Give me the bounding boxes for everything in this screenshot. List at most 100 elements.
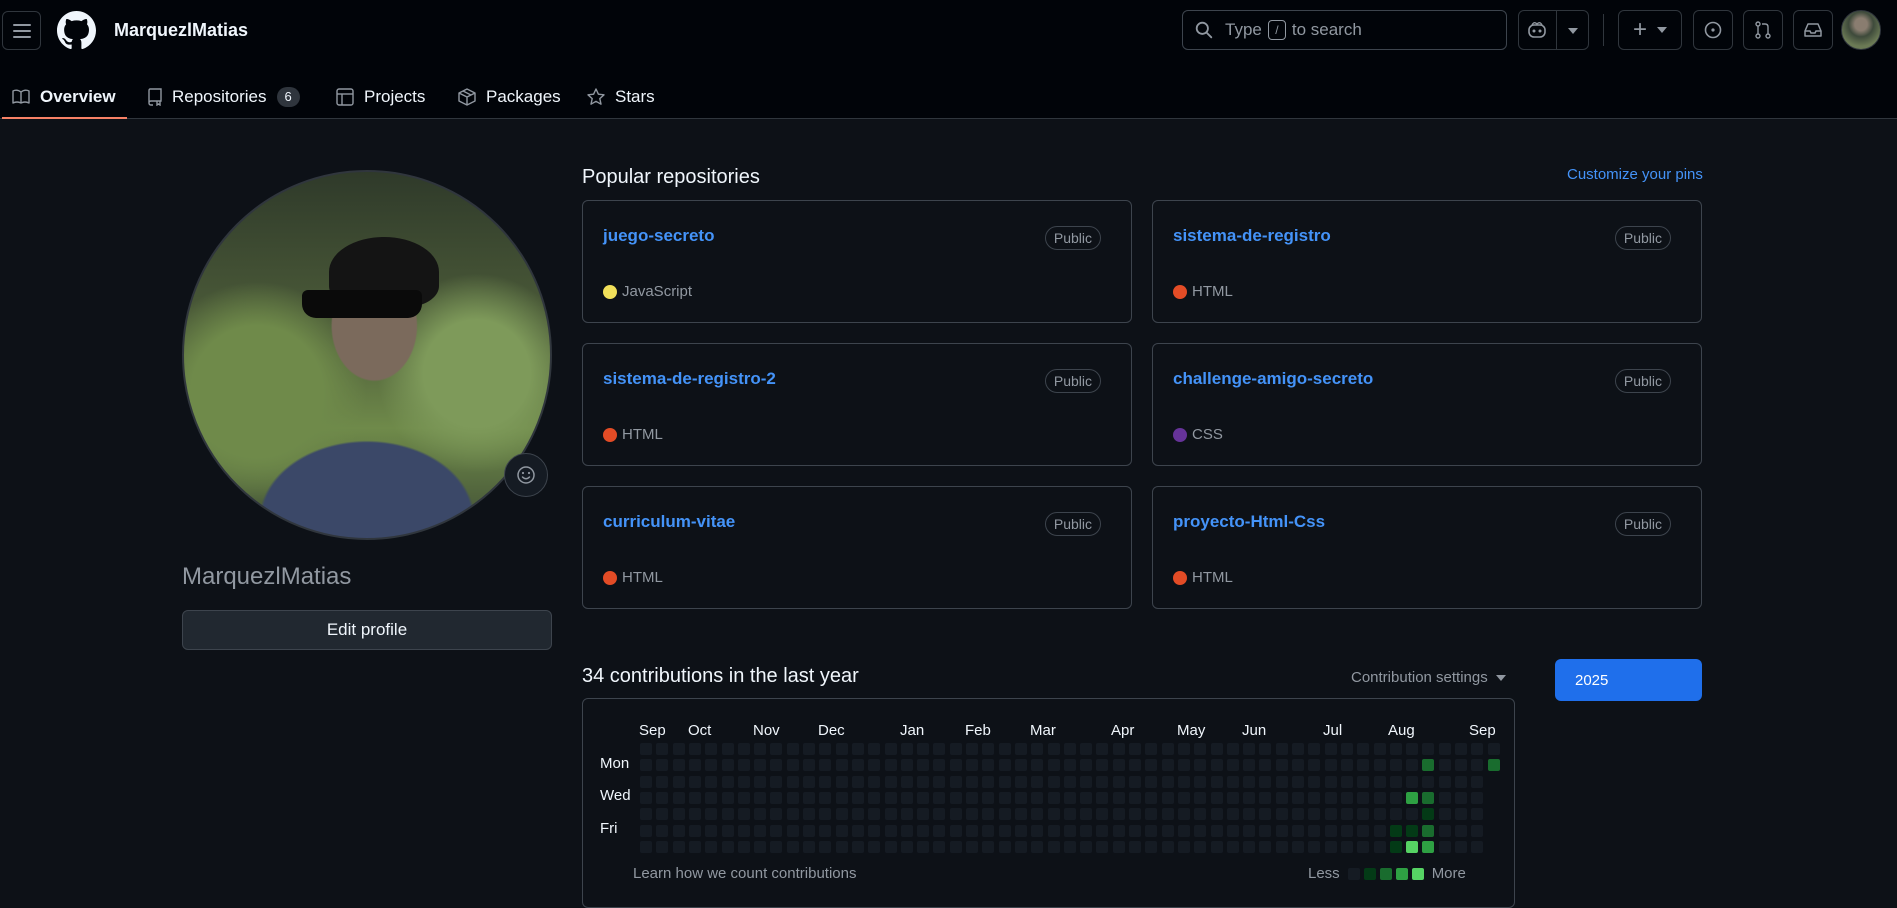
contribution-cell[interactable] bbox=[966, 808, 978, 821]
contribution-cell[interactable] bbox=[1243, 775, 1256, 788]
contribution-cell[interactable] bbox=[1340, 775, 1353, 788]
contribution-cell[interactable] bbox=[1063, 775, 1076, 788]
contribution-cell[interactable] bbox=[1471, 759, 1484, 772]
contribution-cell[interactable] bbox=[1389, 743, 1402, 755]
contribution-cell[interactable] bbox=[688, 824, 701, 837]
contribution-cell[interactable] bbox=[672, 840, 685, 853]
year-2025-button[interactable]: 2025 bbox=[1555, 659, 1702, 701]
contribution-cell[interactable] bbox=[1275, 824, 1288, 837]
contribution-cell[interactable] bbox=[1210, 759, 1223, 772]
github-logo-icon[interactable] bbox=[57, 11, 96, 50]
contribution-cell[interactable] bbox=[1292, 759, 1304, 772]
contribution-cell[interactable] bbox=[1129, 759, 1141, 772]
contribution-cell[interactable] bbox=[640, 791, 652, 804]
contribution-cell[interactable] bbox=[688, 759, 701, 772]
menu-button[interactable] bbox=[2, 11, 41, 50]
contribution-cell[interactable] bbox=[688, 791, 701, 804]
contribution-cell[interactable] bbox=[900, 808, 913, 821]
contribution-cell[interactable] bbox=[851, 791, 864, 804]
contribution-cell[interactable] bbox=[868, 759, 881, 772]
contribution-cell[interactable] bbox=[1145, 824, 1158, 837]
contribution-cell[interactable] bbox=[737, 824, 750, 837]
contribution-cell[interactable] bbox=[1275, 759, 1288, 772]
customize-pins-link[interactable]: Customize your pins bbox=[1567, 166, 1703, 183]
profile-avatar[interactable] bbox=[182, 170, 552, 540]
inbox-button[interactable] bbox=[1793, 10, 1833, 50]
contribution-cell[interactable] bbox=[1357, 808, 1370, 821]
contribution-cell[interactable] bbox=[1194, 808, 1207, 821]
contribution-cell[interactable] bbox=[1161, 791, 1174, 804]
contribution-cell[interactable] bbox=[835, 791, 848, 804]
contribution-cell[interactable] bbox=[1210, 791, 1223, 804]
contribution-cell[interactable] bbox=[1389, 775, 1402, 788]
contribution-cell[interactable] bbox=[640, 808, 652, 821]
contribution-cell[interactable] bbox=[933, 743, 946, 755]
contribution-cell[interactable] bbox=[1014, 840, 1027, 853]
contribution-cell[interactable] bbox=[1357, 743, 1370, 755]
contribution-cell[interactable] bbox=[786, 840, 799, 853]
contribution-cell[interactable] bbox=[1340, 840, 1353, 853]
contribution-cell[interactable] bbox=[754, 759, 767, 772]
contribution-cell[interactable] bbox=[868, 824, 881, 837]
contribution-cell[interactable] bbox=[1112, 759, 1125, 772]
contribution-cell[interactable] bbox=[1357, 775, 1370, 788]
contribution-cell[interactable] bbox=[1210, 775, 1223, 788]
contribution-cell[interactable] bbox=[917, 808, 930, 821]
contribution-cell[interactable] bbox=[1031, 791, 1044, 804]
contribution-cell[interactable] bbox=[705, 791, 718, 804]
contribution-cell[interactable] bbox=[1129, 840, 1141, 853]
contribution-cell[interactable] bbox=[705, 759, 718, 772]
contribution-cell[interactable] bbox=[966, 791, 978, 804]
contribution-cell[interactable] bbox=[721, 808, 734, 821]
contribution-cell[interactable] bbox=[737, 743, 750, 755]
contribution-cell[interactable] bbox=[1226, 775, 1239, 788]
contribution-cell[interactable] bbox=[1063, 808, 1076, 821]
contribution-cell[interactable] bbox=[1259, 791, 1272, 804]
contribution-cell[interactable] bbox=[1373, 808, 1386, 821]
contribution-cell[interactable] bbox=[1487, 743, 1500, 755]
contribution-cell[interactable] bbox=[1047, 824, 1060, 837]
contribution-cell[interactable] bbox=[1292, 743, 1304, 755]
contribution-cell[interactable] bbox=[1389, 791, 1402, 804]
contribution-cell[interactable] bbox=[1455, 808, 1467, 821]
contribution-cell[interactable] bbox=[1080, 791, 1093, 804]
repo-name-link[interactable]: challenge-amigo-secreto bbox=[1173, 369, 1373, 389]
contribution-cell[interactable] bbox=[1047, 743, 1060, 755]
contribution-cell[interactable] bbox=[949, 824, 962, 837]
contribution-cell[interactable] bbox=[656, 824, 669, 837]
contribution-cell[interactable] bbox=[1422, 791, 1435, 804]
tab-repositories[interactable]: Repositories 6 bbox=[148, 75, 300, 119]
contribution-cell[interactable] bbox=[1259, 743, 1272, 755]
repo-name-link[interactable]: sistema-de-registro-2 bbox=[603, 369, 776, 389]
contribution-cell[interactable] bbox=[1406, 743, 1419, 755]
contribution-cell[interactable] bbox=[640, 824, 652, 837]
contribution-cell[interactable] bbox=[1308, 840, 1321, 853]
contribution-cell[interactable] bbox=[1373, 824, 1386, 837]
contribution-cell[interactable] bbox=[786, 759, 799, 772]
tab-overview[interactable]: Overview bbox=[12, 75, 116, 119]
contribution-cell[interactable] bbox=[1063, 791, 1076, 804]
contribution-cell[interactable] bbox=[1096, 791, 1109, 804]
contribution-cell[interactable] bbox=[770, 840, 783, 853]
contribution-cell[interactable] bbox=[1340, 759, 1353, 772]
issues-button[interactable] bbox=[1693, 10, 1733, 50]
contribution-cell[interactable] bbox=[672, 808, 685, 821]
contribution-cell[interactable] bbox=[1096, 743, 1109, 755]
contribution-cell[interactable] bbox=[1063, 840, 1076, 853]
contribution-cell[interactable] bbox=[705, 824, 718, 837]
contribution-cell[interactable] bbox=[721, 775, 734, 788]
contribution-cell[interactable] bbox=[1112, 743, 1125, 755]
contribution-cell[interactable] bbox=[770, 775, 783, 788]
contribution-cell[interactable] bbox=[835, 743, 848, 755]
contribution-cell[interactable] bbox=[688, 743, 701, 755]
contribution-cell[interactable] bbox=[754, 840, 767, 853]
contribution-cell[interactable] bbox=[1373, 743, 1386, 755]
contribution-cell[interactable] bbox=[868, 808, 881, 821]
contribution-cell[interactable] bbox=[770, 743, 783, 755]
create-new-button[interactable]: + bbox=[1618, 10, 1682, 50]
contribution-cell[interactable] bbox=[819, 775, 832, 788]
contribution-cell[interactable] bbox=[1406, 824, 1419, 837]
contribution-cell[interactable] bbox=[1308, 808, 1321, 821]
contribution-cell[interactable] bbox=[1014, 808, 1027, 821]
contribution-cell[interactable] bbox=[1014, 775, 1027, 788]
